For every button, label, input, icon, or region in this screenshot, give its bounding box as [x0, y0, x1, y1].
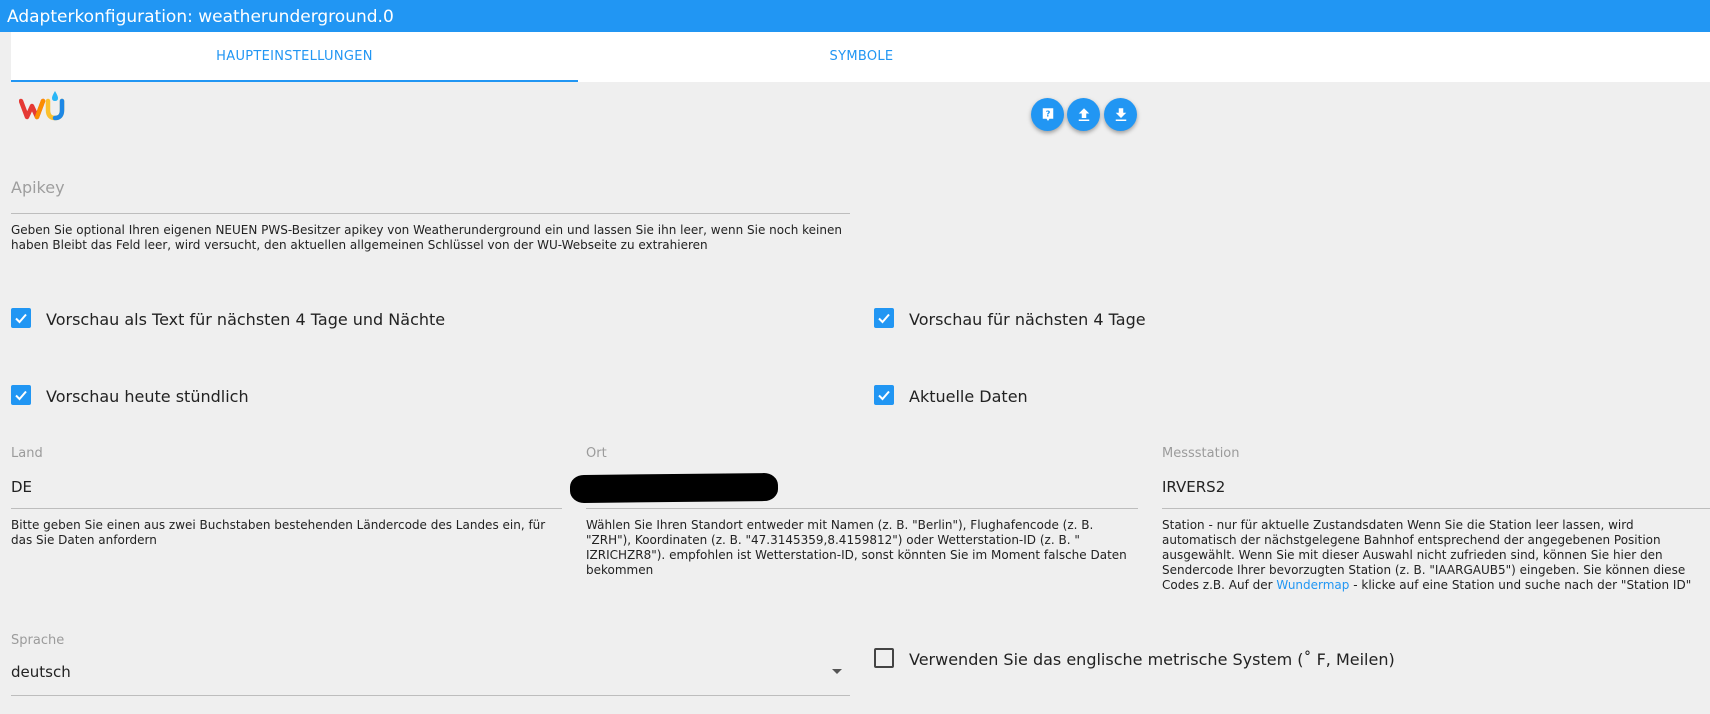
- apikey-help: Geben Sie optional Ihren eigenen NEUEN P…: [11, 223, 842, 252]
- forecast-text-checkbox[interactable]: [11, 308, 31, 328]
- language-label: Sprache: [11, 633, 65, 648]
- forecast-hourly-checkbox[interactable]: [11, 385, 31, 405]
- station-help-text-end: - klicke auf eine Station und suche nach…: [1349, 578, 1692, 592]
- imperial-label: Verwenden Sie das englische metrische Sy…: [909, 650, 1395, 669]
- window-title: Adapterkonfiguration: weatherunderground…: [0, 0, 1710, 32]
- check-icon: [15, 390, 27, 401]
- language-underline: [11, 695, 850, 696]
- language-select[interactable]: deutsch: [11, 663, 71, 681]
- current-data-label: Aktuelle Daten: [909, 387, 1028, 406]
- apikey-input[interactable]: Apikey: [11, 178, 65, 197]
- city-label: Ort: [586, 446, 607, 461]
- svg-text:?: ?: [1045, 108, 1050, 118]
- forecast-days-label: Vorschau für nächsten 4 Tage: [909, 310, 1146, 329]
- apikey-underline: [11, 213, 850, 214]
- tab-symbols[interactable]: SYMBOLE: [578, 32, 1145, 82]
- download-icon: [1115, 107, 1126, 121]
- city-help: Wählen Sie Ihren Standort entweder mit N…: [586, 518, 1127, 577]
- wu-logo: [19, 91, 65, 121]
- country-underline: [11, 508, 562, 509]
- check-icon: [15, 313, 27, 324]
- check-icon: [878, 313, 890, 324]
- forecast-text-label: Vorschau als Text für nächsten 4 Tage un…: [46, 310, 446, 329]
- upload-button[interactable]: [1067, 98, 1100, 131]
- redaction-mark: [569, 472, 779, 504]
- help-button[interactable]: ?: [1031, 98, 1064, 131]
- wundermap-link[interactable]: Wundermap: [1276, 578, 1349, 592]
- active-tab-indicator: [11, 80, 578, 82]
- tab-bar: HAUPTEINSTELLUNGEN SYMBOLE: [11, 32, 1710, 82]
- station-underline: [1162, 508, 1710, 509]
- country-help: Bitte geben Sie einen aus zwei Buchstabe…: [11, 518, 546, 547]
- upload-icon: [1078, 107, 1089, 121]
- forecast-days-checkbox[interactable]: [874, 308, 894, 328]
- station-input[interactable]: IRVERS2: [1162, 478, 1225, 496]
- station-label: Messstation: [1162, 446, 1240, 461]
- download-button[interactable]: [1104, 98, 1137, 131]
- forecast-hourly-label: Vorschau heute stündlich: [46, 387, 249, 406]
- help-icon: ?: [1042, 107, 1053, 121]
- imperial-checkbox[interactable]: [874, 648, 894, 668]
- tab-main-settings[interactable]: HAUPTEINSTELLUNGEN: [11, 32, 578, 82]
- city-underline: [586, 508, 1138, 509]
- current-data-checkbox[interactable]: [874, 385, 894, 405]
- chevron-down-icon[interactable]: [832, 669, 842, 674]
- check-icon: [878, 390, 890, 401]
- country-label: Land: [11, 446, 43, 461]
- country-input[interactable]: DE: [11, 478, 32, 496]
- station-help: Station - nur für aktuelle Zustandsdaten…: [1162, 518, 1708, 593]
